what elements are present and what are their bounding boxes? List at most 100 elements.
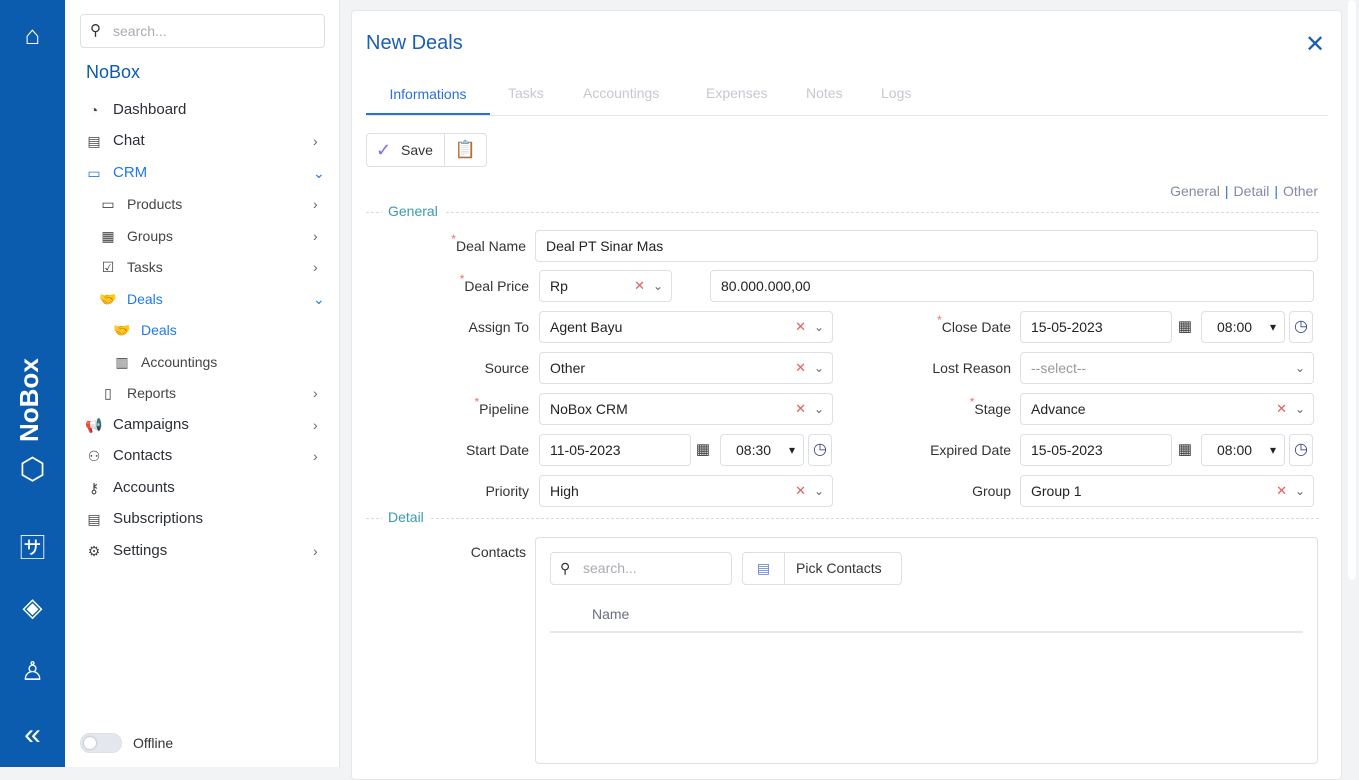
label: Chat xyxy=(113,132,145,149)
expired-date-label: Expired Date xyxy=(930,442,1011,458)
calendar-icon[interactable]: ▦ xyxy=(1175,434,1195,466)
start-time-select[interactable]: 08:30 ▾ xyxy=(720,434,804,466)
clear-icon[interactable]: ✕ xyxy=(795,394,806,424)
label: Reports xyxy=(127,385,177,401)
label: Contacts xyxy=(113,447,173,464)
offline-label: Offline xyxy=(133,735,174,751)
deal-price-input[interactable]: 80.000.000,00 xyxy=(710,270,1314,302)
start-date-input[interactable]: 11-05-2023 xyxy=(539,434,691,466)
close-time-select[interactable]: 08:00 ▾ xyxy=(1201,311,1285,343)
search-placeholder: search... xyxy=(583,560,637,576)
chevron-right-icon: › xyxy=(313,259,318,275)
clock-icon[interactable]: ◷ xyxy=(808,434,832,466)
sidebar-item-settings[interactable]: ⚙ Settings › xyxy=(65,537,340,565)
clear-icon[interactable]: ✕ xyxy=(1276,394,1287,424)
collapse-icon[interactable]: « xyxy=(0,718,65,752)
chevron-down-icon: ⌄ xyxy=(652,279,663,293)
start-date-label: Start Date xyxy=(465,442,529,458)
clear-icon[interactable]: ✕ xyxy=(795,312,806,342)
column-header-name[interactable]: Name xyxy=(592,606,629,622)
tab-notes[interactable]: Notes xyxy=(806,85,843,115)
calendar-icon[interactable]: ▦ xyxy=(693,434,713,466)
sidebar-item-tasks[interactable]: ☑ Tasks › xyxy=(65,253,340,281)
deal-name-input[interactable]: Deal PT Sinar Mas xyxy=(535,230,1318,262)
sidebar-item-campaigns[interactable]: 📢 Campaigns › xyxy=(65,411,340,439)
anchor-detail[interactable]: Detail xyxy=(1234,183,1270,199)
pipeline-select[interactable]: NoBox CRM ✕ ⌄ xyxy=(539,393,833,425)
paint-bucket-icon[interactable]: ◈ xyxy=(0,592,65,623)
section-title: General xyxy=(382,203,444,219)
close-date-input[interactable]: 15-05-2023 xyxy=(1020,311,1172,343)
sidebar-item-chat[interactable]: ▤ Chat › xyxy=(65,127,340,155)
group-select[interactable]: Group 1 ✕ ⌄ xyxy=(1020,475,1314,507)
clock-icon[interactable]: ◷ xyxy=(1289,434,1313,466)
offline-toggle[interactable] xyxy=(80,733,122,753)
clear-icon[interactable]: ✕ xyxy=(795,353,806,383)
currency-select[interactable]: Rp ✕ ⌄ xyxy=(539,270,672,302)
dashboard-icon: ◔ xyxy=(89,102,99,118)
tab-accountings[interactable]: Accountings xyxy=(583,85,659,115)
tab-tasks[interactable]: Tasks xyxy=(508,85,544,115)
sidebar: ⚲ search... NoBox ◔ Dashboard ▤ Chat › ▭ CRM ⌄… xyxy=(65,0,340,767)
source-select[interactable]: Other ✕ ⌄ xyxy=(539,352,833,384)
assign-to-select[interactable]: Agent Bayu ✕ ⌄ xyxy=(539,311,833,343)
users-icon: ⚇ xyxy=(87,448,101,464)
label: Products xyxy=(127,196,183,212)
priority-label: Priority xyxy=(485,483,529,499)
label: Accountings xyxy=(141,354,218,370)
priority-select[interactable]: High ✕ ⌄ xyxy=(539,475,833,507)
anchor-general[interactable]: General xyxy=(1170,183,1220,199)
tab-logs[interactable]: Logs xyxy=(881,85,911,115)
sidebar-item-deals-list[interactable]: 🤝 Deals xyxy=(65,316,340,344)
chevron-down-icon: ▾ xyxy=(788,443,795,457)
label: Dashboard xyxy=(113,101,187,118)
chevron-right-icon: › xyxy=(313,448,318,464)
sidebar-item-deals[interactable]: 🤝 Deals ⌄ xyxy=(65,285,340,313)
table-header-divider xyxy=(550,631,1303,633)
scrollbar[interactable] xyxy=(1345,0,1359,767)
sidebar-item-products[interactable]: ▭ Products › xyxy=(65,190,340,218)
contacts-label: Contacts xyxy=(470,544,526,560)
chevron-down-icon: ⌄ xyxy=(813,361,824,375)
expired-time-select[interactable]: 08:00 ▾ xyxy=(1201,434,1285,466)
anchor-other[interactable]: Other xyxy=(1283,183,1318,199)
key-icon: ⚷ xyxy=(88,480,100,496)
section-general: General xyxy=(366,203,1319,219)
sidebar-item-groups[interactable]: ▦ Groups › xyxy=(65,222,340,250)
expired-date-input[interactable]: 15-05-2023 xyxy=(1020,434,1172,466)
clear-icon[interactable]: ✕ xyxy=(634,271,645,301)
section-anchors: General | Detail | Other xyxy=(1170,183,1318,199)
lost-reason-select[interactable]: --select-- ⌄ xyxy=(1020,352,1314,384)
app-rail: ⌂ NoBox ⬡ 🈂 ◈ ♙ « xyxy=(0,0,65,767)
home-icon[interactable]: ⌂ xyxy=(0,20,65,51)
clipboard-check-button[interactable]: 📋 xyxy=(444,133,487,167)
label: Deals xyxy=(127,291,163,307)
sidebar-search-input[interactable]: ⚲ search... xyxy=(80,14,325,48)
sidebar-item-accountings[interactable]: ▥ Accountings xyxy=(65,348,340,376)
chevron-down-icon: ⌄ xyxy=(813,320,824,334)
tab-expenses[interactable]: Expenses xyxy=(706,85,767,115)
clock-icon[interactable]: ◷ xyxy=(1289,311,1313,343)
user-icon[interactable]: ♙ xyxy=(0,656,65,687)
tab-informations[interactable]: Informations xyxy=(366,85,490,115)
close-icon[interactable]: ✕ xyxy=(1305,30,1325,59)
sidebar-item-contacts[interactable]: ⚇ Contacts › xyxy=(65,442,340,470)
clear-icon[interactable]: ✕ xyxy=(1276,476,1287,506)
sidebar-item-subscriptions[interactable]: ▤ Subscriptions xyxy=(65,505,340,533)
calendar-icon[interactable]: ▦ xyxy=(1175,311,1195,343)
sidebar-item-dashboard[interactable]: ◔ Dashboard xyxy=(65,96,340,124)
chevron-down-icon: ⌄ xyxy=(313,291,325,307)
sidebar-item-crm[interactable]: ▭ CRM ⌄ xyxy=(65,159,340,187)
clipboard-check-icon: 📋 xyxy=(454,140,477,159)
sidebar-item-reports[interactable]: ▯ Reports › xyxy=(65,379,340,407)
pick-contacts-button[interactable]: ▤ Pick Contacts xyxy=(742,552,902,585)
scrollbar-thumb[interactable] xyxy=(1348,0,1356,580)
sidebar-item-accounts[interactable]: ⚷ Accounts xyxy=(65,474,340,502)
save-button[interactable]: ✓ Save xyxy=(366,133,445,167)
chat-icon: ▤ xyxy=(87,133,101,149)
contacts-search-input[interactable]: ⚲ search... xyxy=(550,552,732,585)
clear-icon[interactable]: ✕ xyxy=(795,476,806,506)
translate-icon[interactable]: 🈂 xyxy=(0,528,65,565)
label: Subscriptions xyxy=(113,510,204,527)
stage-select[interactable]: Advance ✕ ⌄ xyxy=(1020,393,1314,425)
